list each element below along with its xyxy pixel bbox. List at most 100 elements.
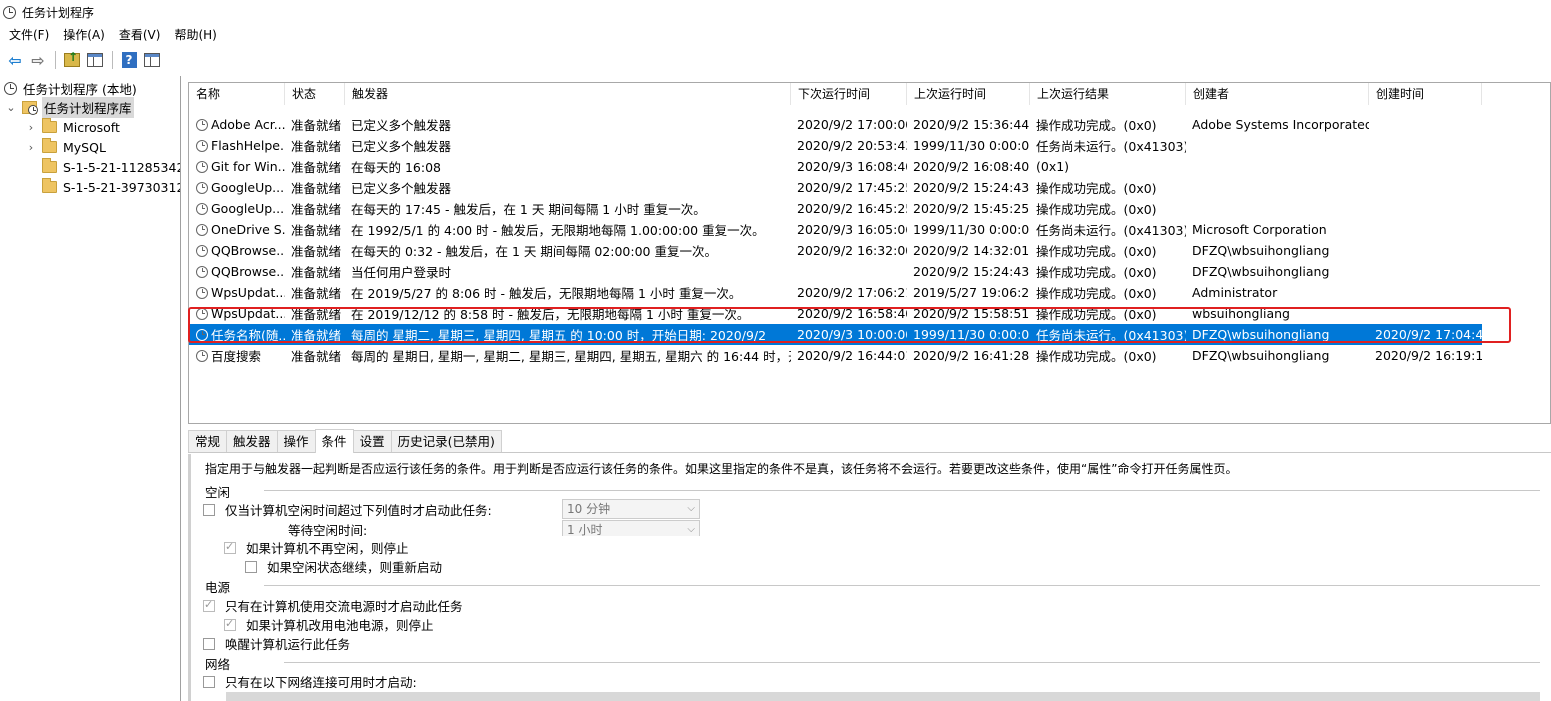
cell-next-run: 2020/9/2 16:32:00 bbox=[797, 243, 907, 258]
chevron-down-icon[interactable]: ⌄ bbox=[6, 101, 16, 114]
column-header-last-result[interactable]: 上次运行结果 bbox=[1030, 83, 1186, 105]
network-connection-select[interactable] bbox=[226, 692, 1540, 701]
tree-item-label: 任务计划程序库 bbox=[42, 96, 134, 118]
cell-last-run: 2020/9/2 16:41:28 bbox=[913, 348, 1030, 363]
task-clock-icon bbox=[196, 160, 208, 173]
back-button[interactable]: ⇦ bbox=[4, 49, 26, 71]
tree-item-label: S-1-5-21-397303129 bbox=[63, 179, 181, 195]
menu-help[interactable]: 帮助(H) bbox=[174, 26, 216, 43]
cell-status: 准备就绪 bbox=[291, 328, 342, 343]
window-title: 任务计划程序 bbox=[22, 5, 95, 20]
network-label: 只有在以下网络连接可用时才启动: bbox=[225, 675, 417, 690]
cell-next-run: 2020/9/2 16:45:25 bbox=[797, 201, 907, 216]
network-checkbox[interactable] bbox=[203, 675, 215, 688]
table-row[interactable]: 百度搜索 准备就绪 每周的 星期日, 星期一, 星期二, 星期三, 星期四, 星期五… bbox=[189, 345, 1482, 366]
cell-last-result: 操作成功完成。(0x0) bbox=[1036, 244, 1157, 259]
column-header-last-run[interactable]: 上次运行时间 bbox=[907, 83, 1030, 105]
cell-trigger: 在每天的 0:32 - 触发后，在 1 天 期间每隔 02:00:00 重复一次… bbox=[351, 244, 717, 259]
wake-label: 唤醒计算机运行此任务 bbox=[225, 637, 351, 652]
network-section-title: 网络 bbox=[205, 657, 231, 672]
column-header-created[interactable]: 创建时间 bbox=[1369, 83, 1482, 105]
chevron-right-icon[interactable]: › bbox=[26, 121, 36, 134]
menu-view[interactable]: 查看(V) bbox=[119, 26, 161, 43]
column-header-status[interactable]: 状态 bbox=[285, 83, 345, 105]
tree-item-library[interactable]: ⌄ 任务计划程序库 bbox=[6, 96, 134, 118]
tree-item-sid-2[interactable]: S-1-5-21-397303129 bbox=[42, 177, 181, 197]
menu-file[interactable]: 文件(F) bbox=[9, 26, 49, 43]
cell-trigger: 当任何用户登录时 bbox=[351, 265, 452, 280]
tab-settings[interactable]: 设置 bbox=[352, 430, 392, 452]
idle-duration-select[interactable]: 10 分钟 ⌵ bbox=[562, 499, 700, 519]
cell-last-result: 操作成功完成。(0x0) bbox=[1036, 307, 1157, 322]
ac-only-checkbox[interactable] bbox=[203, 598, 215, 612]
forward-button[interactable]: ⇨ bbox=[27, 49, 49, 71]
column-header-trigger[interactable]: 触发器 bbox=[345, 83, 791, 105]
idle-duration-value: 10 分钟 bbox=[567, 502, 611, 516]
cell-name: Adobe Acr... bbox=[189, 117, 285, 132]
task-clock-icon bbox=[196, 118, 208, 131]
restart-if-idle-checkbox[interactable] bbox=[245, 560, 257, 573]
tree-item-label: 任务计划程序 (本地) bbox=[23, 81, 137, 97]
table-row[interactable]: Adobe Acr... 准备就绪 已定义多个触发器 2020/9/2 17:00:0… bbox=[189, 114, 1482, 135]
tree-item-microsoft[interactable]: › Microsoft bbox=[26, 117, 120, 137]
cell-trigger: 在每天的 17:45 - 触发后，在 1 天 期间每隔 1 小时 重复一次。 bbox=[351, 202, 706, 217]
cell-last-run: 2020/9/2 15:24:43 bbox=[913, 180, 1030, 195]
forward-arrow-icon: ⇨ bbox=[31, 50, 45, 70]
column-header-author[interactable]: 创建者 bbox=[1186, 83, 1369, 105]
folder-icon bbox=[42, 178, 57, 193]
table-row[interactable]: FlashHelpe... 准备就绪 已定义多个触发器 2020/9/2 20:53:… bbox=[189, 135, 1482, 156]
table-row[interactable]: GoogleUp... 准备就绪 在每天的 17:45 - 触发后，在 1 天 期间… bbox=[189, 198, 1482, 219]
table-row[interactable]: QQBrowse... 准备就绪 当任何用户登录时 2020/9/2 15:24:43… bbox=[189, 261, 1482, 282]
help-button[interactable]: ? bbox=[118, 49, 140, 71]
cell-status: 准备就绪 bbox=[291, 118, 342, 133]
cell-name: 任务名称(随... bbox=[189, 325, 285, 344]
cell-last-run: 2020/9/2 15:45:25 bbox=[913, 201, 1030, 216]
cell-last-result: 任务尚未运行。(0x41303) bbox=[1036, 223, 1186, 238]
table-row[interactable]: WpsUpdat... 准备就绪在 2019/5/27 的 8:06 时 - 触发… bbox=[189, 282, 1482, 303]
folder-icon bbox=[42, 118, 57, 133]
folder-icon bbox=[42, 138, 57, 153]
table-row[interactable]: 任务名称(随... 准备就绪 每周的 星期二, 星期三, 星期四, 星期五 的 10… bbox=[189, 324, 1482, 345]
wait-duration-select[interactable]: 1 小时 ⌵ bbox=[562, 520, 700, 537]
stop-on-battery-checkbox[interactable] bbox=[224, 617, 236, 631]
cell-name: GoogleUp... bbox=[189, 180, 285, 195]
wake-checkbox[interactable] bbox=[203, 637, 215, 650]
cell-author: DFZQ\wbsuihongliang bbox=[1192, 327, 1330, 342]
tree-item-label: Microsoft bbox=[63, 119, 120, 135]
menu-action[interactable]: 操作(A) bbox=[63, 26, 105, 43]
tree-item-mysql[interactable]: › MySQL bbox=[26, 137, 106, 157]
tree-item-sid-1[interactable]: S-1-5-21-112853420 bbox=[42, 157, 180, 177]
start-if-idle-checkbox[interactable] bbox=[203, 503, 215, 516]
cell-name: QQBrowse... bbox=[189, 243, 285, 258]
tab-history[interactable]: 历史记录(已禁用) bbox=[390, 430, 502, 452]
table-row[interactable]: Git for Win... 准备就绪 在每天的 16:08 2020/9/3 16:… bbox=[189, 156, 1482, 177]
chevron-right-icon[interactable]: › bbox=[26, 141, 36, 154]
action-pane-button[interactable] bbox=[141, 49, 163, 71]
column-header-next-run[interactable]: 下次运行时间 bbox=[791, 83, 907, 105]
cell-author: DFZQ\wbsuihongliang bbox=[1192, 348, 1330, 363]
tab-actions[interactable]: 操作 bbox=[276, 430, 316, 452]
cell-last-run: 1999/11/30 0:00:00 bbox=[913, 138, 1030, 153]
cell-last-run: 2020/9/2 15:36:44 bbox=[913, 117, 1030, 132]
cell-last-result: 操作成功完成。(0x0) bbox=[1036, 181, 1157, 196]
tab-triggers[interactable]: 触发器 bbox=[226, 430, 278, 452]
table-row[interactable]: GoogleUp... 准备就绪 已定义多个触发器 2020/9/2 17:45:25… bbox=[189, 177, 1482, 198]
column-header-name[interactable]: 名称 bbox=[189, 83, 285, 105]
toolbar-separator bbox=[112, 51, 113, 69]
cell-status: 准备就绪 bbox=[291, 223, 342, 238]
tab-conditions[interactable]: 条件 bbox=[314, 429, 354, 453]
tree-item-root[interactable]: 任务计划程序 (本地) bbox=[4, 78, 137, 98]
cell-next-run: 2020/9/2 17:06:21 bbox=[797, 285, 907, 300]
restart-if-idle-label: 如果空闲状态继续，则重新启动 bbox=[267, 560, 443, 575]
up-button[interactable] bbox=[61, 49, 83, 71]
cell-last-result: 操作成功完成。(0x0) bbox=[1036, 265, 1157, 280]
tree-item-label: MySQL bbox=[63, 139, 106, 155]
cell-status: 准备就绪 bbox=[291, 202, 342, 217]
console-tree-button[interactable] bbox=[84, 49, 106, 71]
table-row[interactable]: OneDrive S... 准备就绪在 1992/5/1 的 4:00 时 - 触… bbox=[189, 219, 1482, 240]
cell-author: Adobe Systems Incorporated bbox=[1192, 117, 1369, 132]
table-row[interactable]: QQBrowse... 准备就绪 在每天的 0:32 - 触发后，在 1 天 期间每… bbox=[189, 240, 1482, 261]
tab-general[interactable]: 常规 bbox=[188, 430, 228, 452]
cell-trigger: 在 1992/5/1 的 4:00 时 - 触发后，无限期地每隔 1.00:00… bbox=[351, 223, 765, 238]
stop-if-not-idle-checkbox[interactable] bbox=[224, 540, 236, 554]
